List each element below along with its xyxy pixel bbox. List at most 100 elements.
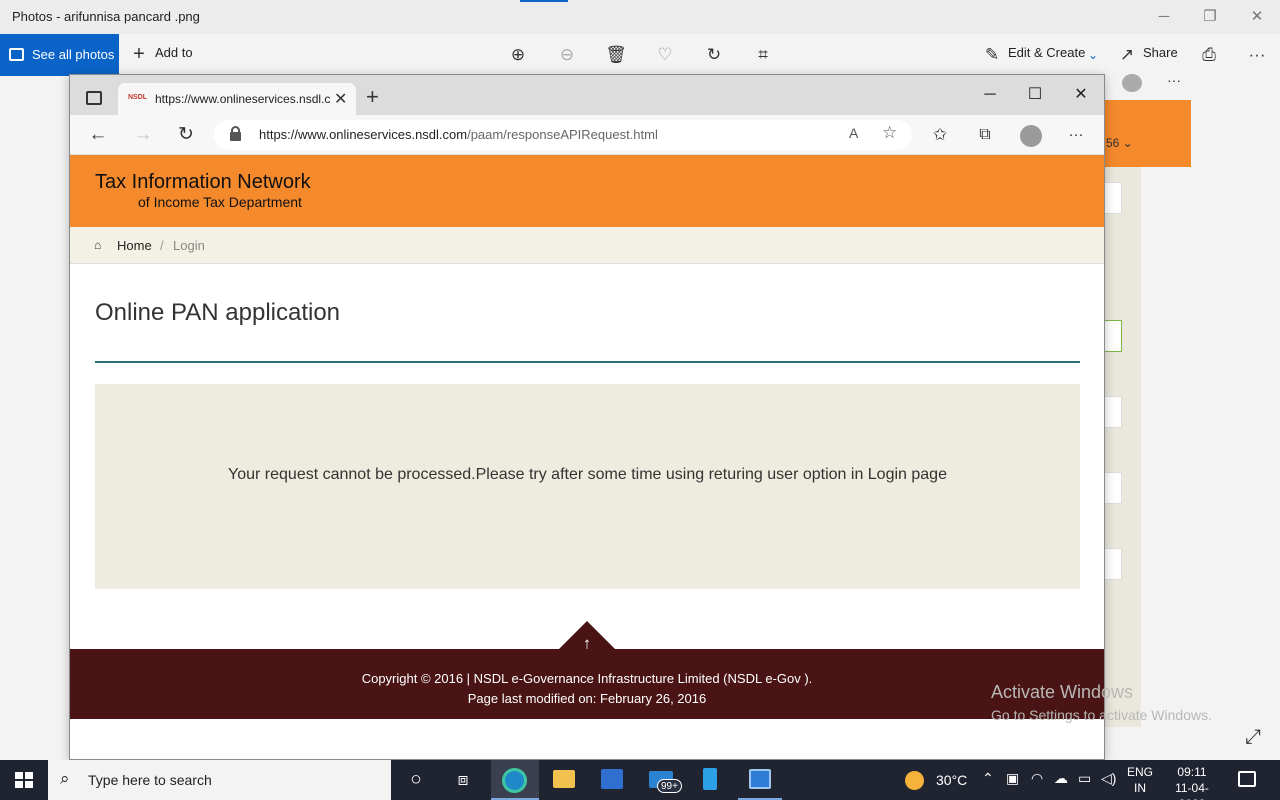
- start-button[interactable]: [15, 772, 33, 788]
- clock[interactable]: 09:11 11-04-2022: [1163, 764, 1221, 800]
- taskbar: ⌕ Type here to search ○ ⧈ 99+ 30°C ⌃ ▣ ◠…: [0, 760, 1280, 800]
- footer-copyright: Copyright © 2016 | NSDL e-Governance Inf…: [361, 671, 813, 686]
- watermark-subtitle: Go to Settings to activate Windows.: [991, 707, 1212, 723]
- web-page: Tax Information Network of Income Tax De…: [70, 155, 1104, 759]
- settings-more-button[interactable]: ···: [1064, 124, 1088, 146]
- see-all-photos-button[interactable]: See all photos: [0, 34, 119, 76]
- more-options-button[interactable]: ···: [1246, 44, 1268, 66]
- background-app-header: 56 ⌄: [1104, 100, 1191, 167]
- site-footer: Copyright © 2016 | NSDL e-Governance Inf…: [70, 649, 1104, 719]
- language-indicator[interactable]: ENG IN: [1127, 764, 1153, 796]
- add-icon[interactable]: +: [128, 43, 150, 65]
- edge-icon[interactable]: [502, 768, 527, 793]
- browser-close-button[interactable]: ✕: [1069, 84, 1093, 106]
- back-button[interactable]: ←: [86, 124, 110, 146]
- refresh-button[interactable]: ↻: [174, 124, 198, 146]
- title-divider: [95, 361, 1080, 363]
- print-icon[interactable]: ⎙: [1198, 44, 1220, 66]
- address-bar[interactable]: https://www.onlineservices.nsdl.com/paam…: [214, 120, 912, 150]
- minimize-button[interactable]: ─: [1153, 6, 1175, 28]
- wifi-icon[interactable]: ◠: [1031, 770, 1043, 787]
- read-aloud-icon[interactable]: A: [849, 125, 858, 141]
- background-field: [1104, 182, 1122, 214]
- delete-icon[interactable]: 🗑: [605, 44, 627, 66]
- zoom-out-icon[interactable]: ⊖: [556, 44, 578, 66]
- tab-strip: NSDL https://www.onlineservices.nsdl.com…: [70, 75, 1104, 115]
- browser-maximize-button[interactable]: ☐: [1023, 84, 1047, 106]
- search-placeholder: Type here to search: [88, 772, 212, 788]
- browser-minimize-button[interactable]: ─: [978, 84, 1002, 106]
- task-view-icon[interactable]: ⧈: [450, 768, 476, 792]
- cortana-icon[interactable]: ○: [403, 768, 429, 792]
- phone-link-icon[interactable]: [703, 768, 717, 790]
- tab-actions-icon[interactable]: [86, 91, 102, 105]
- photos-app-icon[interactable]: [749, 769, 771, 789]
- brand-subtitle[interactable]: of Income Tax Department: [138, 194, 302, 210]
- zoom-in-icon[interactable]: ⊕: [507, 44, 529, 66]
- forward-button[interactable]: →: [131, 124, 155, 146]
- browser-tab[interactable]: NSDL https://www.onlineservices.nsdl.com…: [118, 83, 356, 115]
- expand-icon[interactable]: ⤢: [1245, 726, 1261, 749]
- activation-watermark: Activate Windows Go to Settings to activ…: [991, 682, 1212, 723]
- search-icon: ⌕: [60, 769, 70, 788]
- background-avatar: [1122, 74, 1142, 92]
- see-all-photos-label: See all photos: [32, 47, 115, 62]
- lock-icon[interactable]: [230, 126, 241, 141]
- edit-create-button[interactable]: Edit & Create: [1008, 45, 1085, 60]
- chevron-up-icon[interactable]: ⌃: [982, 770, 994, 787]
- favorite-icon[interactable]: ♡: [654, 44, 676, 66]
- home-icon[interactable]: ⌂: [94, 238, 101, 252]
- volume-icon[interactable]: ◁): [1101, 770, 1116, 787]
- nsdl-favicon: NSDL: [128, 94, 148, 101]
- share-button[interactable]: Share: [1143, 45, 1178, 60]
- browser-toolbar: ← → ↻ https://www.onlineservices.nsdl.co…: [70, 115, 1104, 155]
- weather-icon[interactable]: [905, 771, 924, 790]
- notification-center-icon[interactable]: [1238, 771, 1256, 787]
- tab-close-button[interactable]: ✕: [334, 89, 347, 109]
- background-more-icon: ···: [1167, 72, 1181, 88]
- photos-title-bar: Photos - arifunnisa pancard .png ─ ❐ ✕: [0, 0, 1280, 34]
- background-field: [1104, 548, 1122, 580]
- new-tab-button[interactable]: +: [366, 84, 379, 110]
- url-domain: https://www.onlineservices.nsdl.com: [259, 127, 468, 142]
- taskbar-search[interactable]: ⌕ Type here to search: [48, 760, 391, 800]
- favorites-icon[interactable]: ✩: [928, 124, 952, 146]
- background-field: [1104, 396, 1122, 428]
- footer-last-modified: Page last modified on: February 26, 2016: [467, 691, 707, 706]
- browser-window: NSDL https://www.onlineservices.nsdl.com…: [69, 74, 1105, 760]
- close-button[interactable]: ✕: [1246, 6, 1268, 28]
- photos-toolbar: See all photos + Add to ⊕ ⊖ 🗑 ♡ ↻ ⌗ ✎ Ed…: [0, 34, 1280, 76]
- onedrive-icon[interactable]: ☁: [1054, 770, 1068, 787]
- breadcrumb-separator: /: [160, 238, 164, 253]
- rotate-icon[interactable]: ↻: [703, 44, 725, 66]
- meet-now-icon[interactable]: ▣: [1006, 770, 1019, 787]
- file-explorer-icon[interactable]: [553, 770, 575, 788]
- background-app-panel: [1104, 167, 1141, 727]
- profile-avatar[interactable]: [1020, 125, 1042, 147]
- temperature[interactable]: 30°C: [936, 772, 967, 788]
- share-icon: ↗: [1119, 45, 1135, 64]
- store-icon[interactable]: [601, 769, 623, 789]
- breadcrumb: ⌂ Home / Login: [70, 227, 1104, 264]
- site-header: Tax Information Network of Income Tax De…: [70, 155, 1104, 227]
- watermark-title: Activate Windows: [991, 682, 1134, 702]
- language-code: ENG: [1127, 765, 1154, 779]
- crop-icon[interactable]: ⌗: [752, 44, 774, 66]
- mail-badge: 99+: [657, 779, 682, 793]
- brand-title[interactable]: Tax Information Network: [95, 171, 311, 194]
- add-favorite-icon[interactable]: ☆: [882, 123, 897, 143]
- background-field: [1104, 320, 1122, 352]
- breadcrumb-home-link[interactable]: Home: [117, 238, 152, 253]
- tab-title: https://www.onlineservices.nsdl.com/paam…: [155, 92, 330, 106]
- title-accent: [520, 0, 568, 2]
- url-text[interactable]: https://www.onlineservices.nsdl.com/paam…: [259, 127, 658, 142]
- photos-icon: [9, 48, 24, 61]
- chevron-down-icon[interactable]: ⌄: [1082, 44, 1104, 66]
- background-fragment: 56 ⌄: [1106, 136, 1133, 150]
- collections-icon[interactable]: ⧉: [973, 124, 997, 146]
- background-field: [1104, 472, 1122, 504]
- error-message: Your request cannot be processed.Please …: [228, 466, 947, 483]
- battery-icon[interactable]: ▭: [1078, 770, 1091, 787]
- add-to-button[interactable]: Add to: [155, 45, 193, 60]
- restore-button[interactable]: ❐: [1199, 6, 1221, 28]
